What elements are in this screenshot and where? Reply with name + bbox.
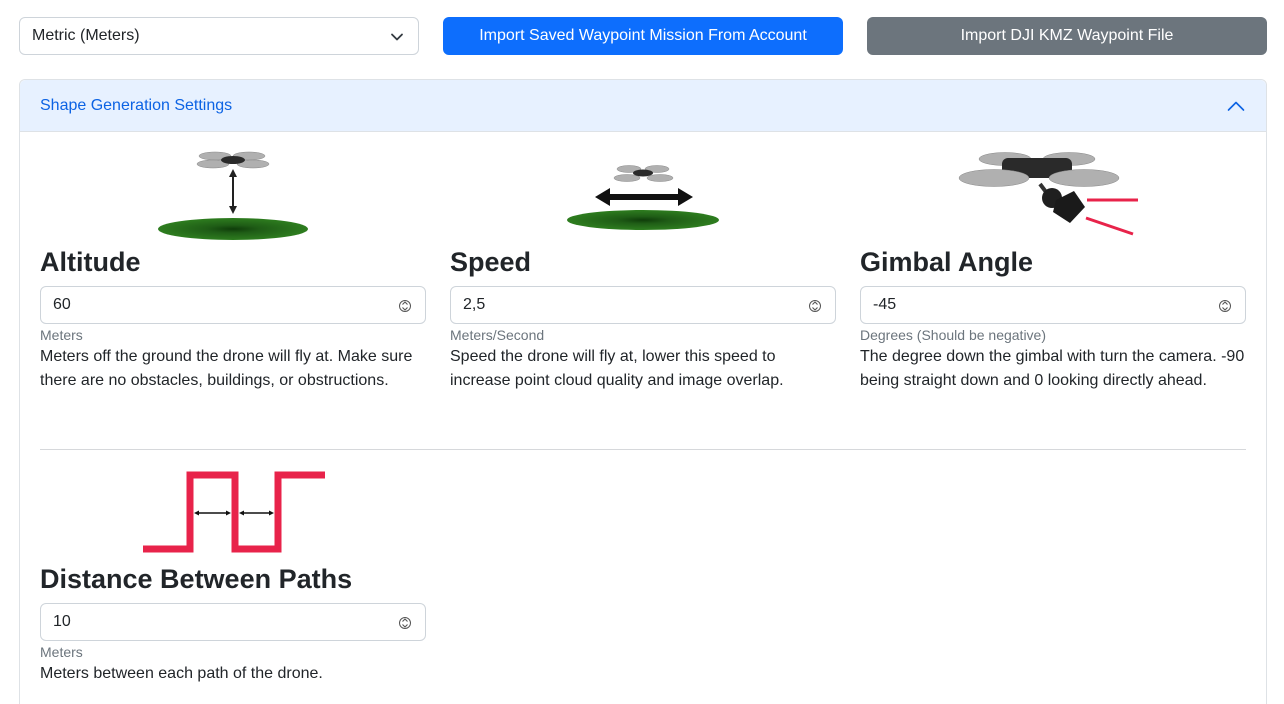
altitude-field: Altitude 60 Meters Meters off the ground… bbox=[40, 140, 426, 400]
shape-generation-header[interactable]: Shape Generation Settings bbox=[20, 80, 1266, 132]
chevron-down-icon bbox=[391, 33, 403, 41]
import-kmz-file-button[interactable]: Import DJI KMZ Waypoint File bbox=[867, 17, 1267, 55]
gimbal-description: The degree down the gimbal with turn the… bbox=[860, 348, 1245, 389]
spinner-icon[interactable] bbox=[809, 298, 821, 314]
units-select-value: Metric (Meters) bbox=[32, 27, 140, 44]
gimbal-field: Gimbal Angle -45 Degrees (Should be nega… bbox=[860, 140, 1246, 420]
gimbal-label: Gimbal Angle bbox=[860, 247, 1034, 277]
altitude-unit: Meters bbox=[40, 327, 83, 343]
path-spacing-illustration-icon bbox=[143, 471, 325, 553]
spinner-icon[interactable] bbox=[1219, 298, 1231, 314]
distance-input[interactable]: 10 bbox=[40, 603, 426, 641]
distance-field: Distance Between Paths 10 Meters Meters … bbox=[40, 468, 426, 698]
speed-illustration-icon bbox=[567, 165, 719, 230]
distance-description: Meters between each path of the drone. bbox=[40, 665, 323, 682]
altitude-illustration-icon bbox=[158, 151, 308, 240]
altitude-input[interactable]: 60 bbox=[40, 286, 426, 324]
spinner-icon[interactable] bbox=[399, 298, 411, 314]
chevron-up-icon[interactable] bbox=[1227, 99, 1245, 113]
spinner-icon[interactable] bbox=[399, 615, 411, 631]
section-divider bbox=[40, 449, 1246, 450]
gimbal-value: -45 bbox=[873, 296, 897, 313]
import-account-mission-button[interactable]: Import Saved Waypoint Mission From Accou… bbox=[443, 17, 843, 55]
distance-value: 10 bbox=[53, 613, 71, 630]
speed-value: 2,5 bbox=[463, 296, 486, 313]
speed-input[interactable]: 2,5 bbox=[450, 286, 836, 324]
altitude-label: Altitude bbox=[40, 247, 141, 277]
gimbal-illustration-icon bbox=[958, 152, 1138, 236]
distance-unit: Meters bbox=[40, 644, 83, 660]
altitude-value: 60 bbox=[53, 296, 71, 313]
altitude-description: Meters off the ground the drone will fly… bbox=[40, 348, 413, 389]
speed-description: Speed the drone will fly at, lower this … bbox=[450, 348, 784, 389]
gimbal-unit: Degrees (Should be negative) bbox=[860, 327, 1047, 343]
gimbal-input[interactable]: -45 bbox=[860, 286, 1246, 324]
panel-title: Shape Generation Settings bbox=[40, 97, 233, 114]
units-select[interactable]: Metric (Meters) bbox=[19, 17, 419, 55]
distance-label: Distance Between Paths bbox=[40, 564, 353, 594]
speed-unit: Meters/Second bbox=[450, 327, 545, 343]
speed-field: Speed 2,5 Meters/Second Speed the drone … bbox=[450, 140, 836, 400]
speed-label: Speed bbox=[450, 247, 532, 277]
